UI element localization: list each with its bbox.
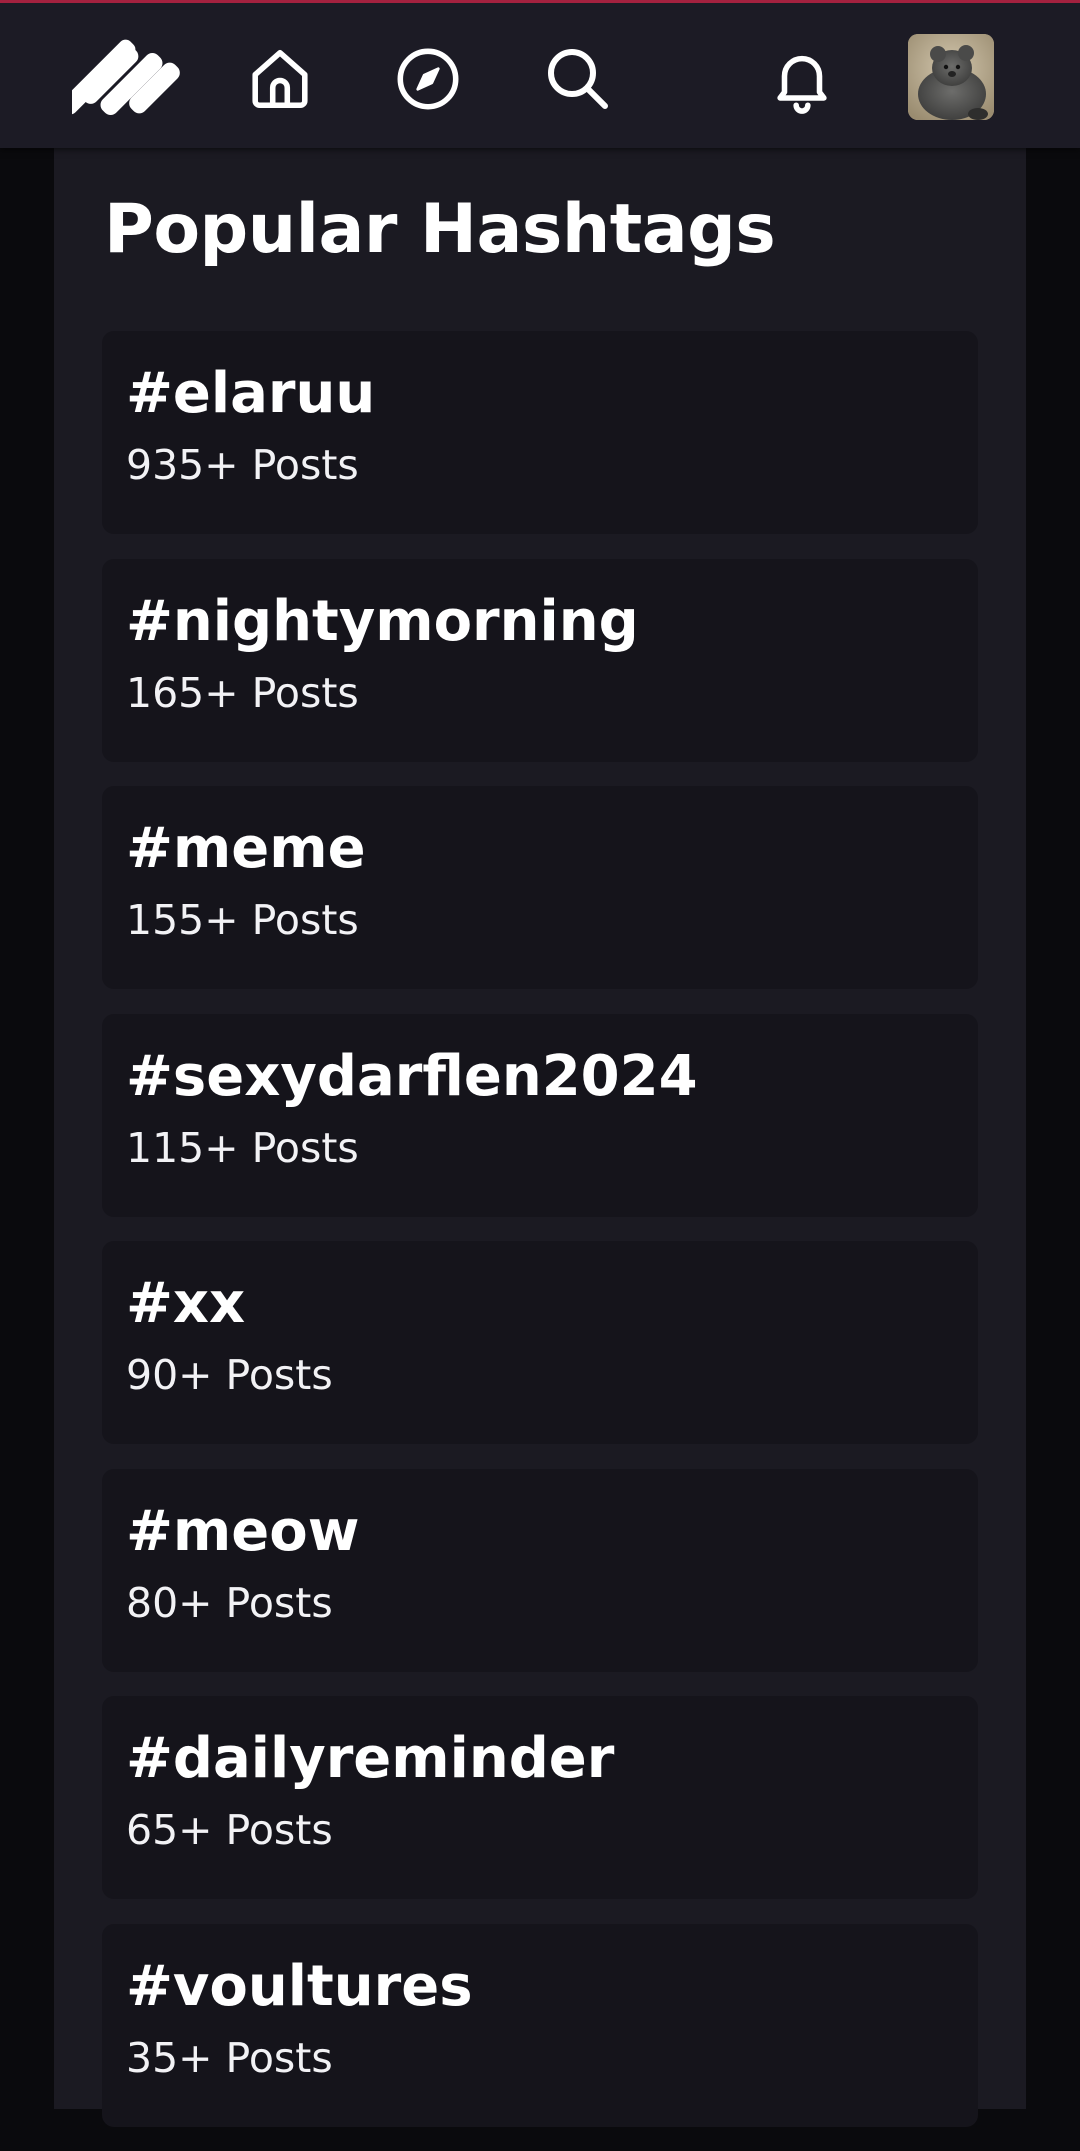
bell-icon[interactable] bbox=[762, 39, 842, 119]
home-icon[interactable] bbox=[240, 39, 320, 119]
compass-icon[interactable] bbox=[388, 39, 468, 119]
page-title: Popular Hashtags bbox=[104, 190, 776, 269]
hashtag-post-count: 80+ Posts bbox=[126, 1578, 333, 1627]
main-content: Popular Hashtags #elaruu 935+ Posts #nig… bbox=[54, 148, 1026, 2127]
hashtag-post-count: 90+ Posts bbox=[126, 1351, 333, 1399]
top-nav-bar bbox=[0, 0, 1080, 148]
hashtag-card[interactable]: #nightymorning 165+ Posts bbox=[102, 558, 978, 762]
hashtag-card[interactable]: #elaruu 935+ Posts bbox=[102, 331, 978, 534]
hashtag-list: #elaruu 935+ Posts #nightymorning 165+ P… bbox=[102, 331, 978, 2151]
hashtag-name: #nightymorning bbox=[126, 588, 639, 654]
hashtag-post-count: 65+ Posts bbox=[126, 1806, 333, 1854]
hashtag-card[interactable]: #dailyreminder 65+ Posts bbox=[102, 1696, 978, 1899]
hashtag-card[interactable]: #meow 80+ Posts bbox=[102, 1468, 978, 1672]
hashtag-card[interactable]: #sexydarflen2024 115+ Posts bbox=[102, 1013, 978, 1217]
hashtag-post-count: 35+ Posts bbox=[126, 2033, 333, 2082]
hashtag-post-count: 155+ Posts bbox=[126, 896, 359, 944]
hashtag-post-count: 935+ Posts bbox=[126, 441, 359, 489]
hashtag-post-count: 115+ Posts bbox=[126, 1123, 359, 1172]
hashtag-card[interactable]: #meme 155+ Posts bbox=[102, 786, 978, 989]
logo-icon[interactable] bbox=[72, 37, 184, 121]
hashtag-name: #meme bbox=[126, 816, 366, 881]
hashtag-name: #xx bbox=[126, 1271, 246, 1336]
hashtag-name: #voultures bbox=[126, 1953, 473, 2019]
hashtag-post-count: 165+ Posts bbox=[126, 668, 359, 717]
hashtag-name: #sexydarflen2024 bbox=[126, 1043, 698, 1109]
search-icon[interactable] bbox=[538, 39, 618, 119]
hashtag-name: #dailyreminder bbox=[126, 1726, 615, 1791]
hashtag-card[interactable]: #voultures 35+ Posts bbox=[102, 1923, 978, 2127]
hashtag-name: #elaruu bbox=[126, 361, 376, 426]
hashtag-card[interactable]: #xx 90+ Posts bbox=[102, 1241, 978, 1444]
avatar[interactable] bbox=[908, 34, 994, 120]
hashtag-name: #meow bbox=[126, 1498, 360, 1564]
